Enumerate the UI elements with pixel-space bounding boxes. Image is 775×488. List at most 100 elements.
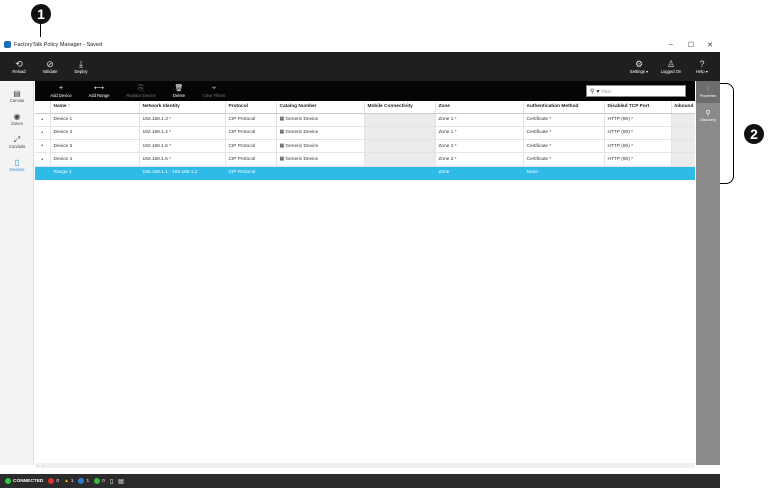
validate-button[interactable]: ⊘ Validate [37,54,63,79]
info-icon [78,478,85,484]
add-device-button[interactable]: + Add Device [47,82,75,100]
user-icon: ♙ [666,59,676,69]
delete-button[interactable]: 🗑 Delete [167,82,191,100]
reload-button[interactable]: ⟲ Reload [6,54,32,79]
delete-label: Delete [172,92,186,98]
warning-icon: ▲ [64,478,69,484]
filter-input[interactable]: ⚲ ▾ Filter [586,85,686,97]
nav-zones[interactable]: ◉ Zones [0,108,34,130]
col-name[interactable]: Name ↑ [50,101,140,114]
cell-network: 192.168.1.3 * [139,113,226,127]
properties-button[interactable]: ⫶ Properties [696,81,720,103]
cell-inbound [671,152,695,167]
reload-icon: ⟲ [15,59,23,69]
row-marker: • [35,139,51,154]
help-button[interactable]: ? Help ▾ [688,54,716,79]
plus-icon: + [58,84,64,92]
properties-label: Properties [699,94,717,98]
scroll-right-icon[interactable]: › [42,463,43,468]
conduits-icon: ⤢ [13,135,21,144]
cell-mobile [364,139,436,154]
cell-mobile [364,166,436,180]
row-marker: • [35,113,51,127]
right-panel-bar: ⫶ Properties ⚲ Discovery [696,81,720,465]
main-toolbar: ⟲ Reload ⊘ Validate ⤓ Deploy ⚙ Settings … [0,52,720,81]
cell-network: 192.168.1.5 * [139,139,226,154]
col-mobile-connectivity[interactable]: Mobile Connectivity [364,101,436,114]
replace-icon: ⎘ [138,84,144,92]
status-bar: CONNECTED 0 ▲ 1 1 0 ▯ ▤ [0,474,720,488]
cell-tcp: HTTP (80) * [604,139,672,154]
nav-devices[interactable]: ▯ Devices [0,154,34,176]
log-icon[interactable]: ▤ [118,478,124,485]
cell-inbound [671,113,695,127]
cell-tcp: HTTP (80) * [604,113,672,127]
device-status-icon[interactable]: ▯ [110,478,113,485]
app-window: FactoryTalk Policy Manager - Saved – ☐ ✕… [0,37,720,488]
search-icon: ⚲ [590,88,595,95]
cell-catalog: ▦ Generic Device [276,139,365,154]
close-button[interactable]: ✕ [699,37,721,52]
cell-inbound [671,139,695,154]
nav-conduits-label: Conduits [8,144,26,149]
cell-network: 192.168.1.6 * [139,152,226,167]
logged-on-button[interactable]: ♙ Logged On [656,54,686,79]
add-range-label: Add Range [88,92,110,98]
add-range-button[interactable]: ⟷ Add Range [85,82,113,100]
table-header-row: Name ↑ Network Identity Protocol Catalog… [35,101,695,114]
minimize-button[interactable]: – [660,37,682,52]
table-row[interactable]: • Device 4 192.168.1.6 * CIP Protocol ▦ … [35,152,695,167]
error-count[interactable]: 0 [48,478,59,484]
col-inbound[interactable]: Inbound [671,101,695,114]
col-disabled-tcp-port[interactable]: Disabled TCP Port [604,101,672,114]
cell-protocol: CIP Protocol [225,139,277,154]
col-catalog-number[interactable]: Catalog Number [276,101,365,114]
chevron-down-icon: ▾ [596,88,600,95]
ok-icon [94,478,101,484]
devices-table: Name ↑ Network Identity Protocol Catalog… [35,101,695,180]
warning-count[interactable]: ▲ 1 [64,479,73,484]
app-logo-icon [4,41,11,48]
cell-zone: Zone [435,166,524,180]
table-row-selected[interactable]: Range 1 192.168.1.1 - 192.168.1.2 CIP Pr… [35,166,695,180]
callout-2: 2 [744,124,764,144]
col-network-identity[interactable]: Network Identity [139,101,226,114]
nav-canvas-label: Canvas [9,98,25,103]
cell-tcp: HTTP (80) * [604,152,672,167]
cell-auth: Certificate * [523,126,605,141]
col-marker [35,101,51,114]
deploy-icon: ⤓ [79,59,83,69]
title-bar: FactoryTalk Policy Manager - Saved [0,37,720,52]
discovery-button[interactable]: ⚲ Discovery [696,105,720,127]
cell-network: 192.168.1.4 * [139,126,226,141]
settings-button[interactable]: ⚙ Settings ▾ [624,54,654,79]
table-row[interactable]: • Device 3 192.168.1.5 * CIP Protocol ▦ … [35,139,695,154]
col-protocol[interactable]: Protocol [225,101,277,114]
cell-inbound [671,126,695,141]
cell-mobile [364,126,436,141]
clear-filters-label: Clear Filters [202,92,226,98]
nav-canvas[interactable]: ▤ Canvas [0,85,34,107]
clear-filters-button[interactable]: ⏷ Clear Filters [199,82,229,100]
cell-auth: None [523,166,605,180]
nav-devices-label: Devices [9,167,25,172]
table-row[interactable]: • Device 2 192.168.1.4 * CIP Protocol ▦ … [35,126,695,141]
col-authentication-method[interactable]: Authentication Method [523,101,605,114]
cell-name: Device 3 [50,139,140,154]
ok-count[interactable]: 0 [94,478,105,484]
nav-conduits[interactable]: ⤢ Conduits [0,131,34,153]
deploy-button[interactable]: ⤓ Deploy [68,54,94,79]
scroll-left-icon[interactable]: ‹ [37,463,38,468]
cell-network: 192.168.1.1 - 192.168.1.2 [139,166,226,180]
logged-on-label: Logged On [660,69,682,74]
filter-placeholder: Filter [601,88,612,94]
replace-device-button[interactable]: ⎘ Replace Device [123,82,159,100]
devices-icon: ▯ [14,158,20,167]
help-label: Help ▾ [696,69,708,74]
horizontal-scrollbar[interactable]: ‹ › [35,463,695,468]
info-count[interactable]: 1 [78,478,89,484]
cell-zone: Zone 2 * [435,139,524,154]
col-zone[interactable]: Zone [435,101,524,114]
table-row[interactable]: • Device 1 192.168.1.3 * CIP Protocol ▦ … [35,113,695,127]
cell-mobile [364,113,436,127]
